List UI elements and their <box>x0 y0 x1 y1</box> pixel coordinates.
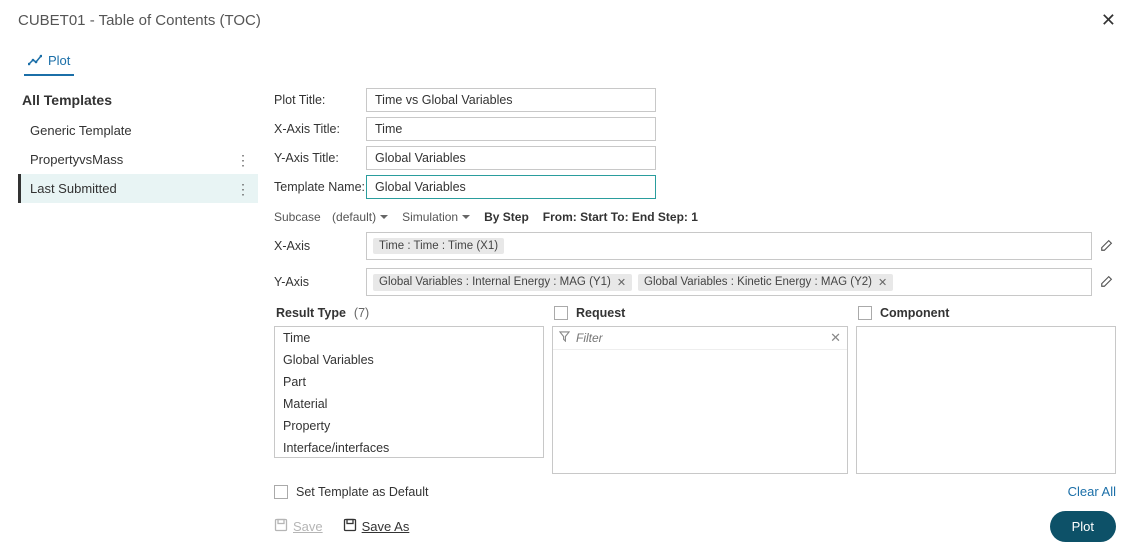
caret-down-icon <box>462 215 470 219</box>
template-name-input[interactable] <box>366 175 656 199</box>
chip-text: Time : Time : Time (X1) <box>379 240 498 252</box>
list-item[interactable]: Property <box>275 415 543 437</box>
range-label: From: Start To: End Step: 1 <box>543 210 698 224</box>
sidebar-title: All Templates <box>18 88 258 116</box>
chip[interactable]: Global Variables : Internal Energy : MAG… <box>373 274 632 291</box>
simulation-label: Simulation <box>402 210 458 224</box>
chip-text: Global Variables : Kinetic Energy : MAG … <box>644 276 872 288</box>
subcase-value: (default) <box>332 210 376 224</box>
edit-icon[interactable] <box>1100 238 1116 255</box>
set-default-label: Set Template as Default <box>296 485 428 499</box>
list-item[interactable]: Interface/interfaces <box>275 437 543 458</box>
result-type-count: (7) <box>354 306 369 320</box>
tab-label: Plot <box>48 53 70 68</box>
plot-title-label: Plot Title: <box>274 93 366 107</box>
sidebar-item-last-submitted[interactable]: Last Submitted ⋮ <box>18 174 258 203</box>
list-item[interactable]: Global Variables <box>275 349 543 371</box>
save-icon <box>274 518 288 535</box>
sidebar-item-label: Last Submitted <box>30 181 117 196</box>
yaxis-title-label: Y-Axis Title: <box>274 151 366 165</box>
simulation-dropdown[interactable]: Simulation <box>402 210 470 224</box>
set-default-checkbox[interactable] <box>274 485 288 499</box>
more-icon[interactable]: ⋮ <box>236 153 250 167</box>
sidebar-item-generic-template[interactable]: Generic Template <box>18 116 258 145</box>
request-checkbox[interactable] <box>554 306 568 320</box>
list-item[interactable]: Time <box>275 327 543 349</box>
plot-button[interactable]: Plot <box>1050 511 1116 542</box>
filter-clear-icon[interactable]: ✕ <box>830 330 841 346</box>
sidebar-item-label: PropertyvsMass <box>30 152 123 167</box>
sidebar-item-label: Generic Template <box>30 123 132 138</box>
result-type-header: Result Type <box>276 306 346 320</box>
request-filter-input[interactable] <box>576 331 824 345</box>
component-header: Component <box>880 306 949 320</box>
filter-icon <box>559 331 570 345</box>
chip-remove-icon[interactable]: ✕ <box>878 276 887 289</box>
yaxis-box[interactable]: Global Variables : Internal Energy : MAG… <box>366 268 1092 296</box>
yaxis-title-input[interactable] <box>366 146 656 170</box>
plot-icon <box>28 54 42 68</box>
caret-down-icon <box>380 215 388 219</box>
sidebar-item-propertyvsmass[interactable]: PropertyvsMass ⋮ <box>18 145 258 174</box>
xaxis-label: X-Axis <box>274 239 366 253</box>
save-as-icon <box>343 518 357 535</box>
save-as-label: Save As <box>362 519 410 534</box>
request-header: Request <box>576 306 625 320</box>
chip-remove-icon[interactable]: ✕ <box>617 276 626 289</box>
sidebar: All Templates Generic Template Propertyv… <box>18 88 258 542</box>
save-label: Save <box>293 519 323 534</box>
request-box: ✕ <box>552 326 848 474</box>
template-name-label: Template Name: <box>274 180 366 194</box>
save-as-button[interactable]: Save As <box>343 518 410 535</box>
chip[interactable]: Global Variables : Kinetic Energy : MAG … <box>638 274 893 291</box>
more-icon[interactable]: ⋮ <box>236 182 250 196</box>
tab-plot[interactable]: Plot <box>24 47 74 76</box>
subcase-dropdown[interactable]: Subcase (default) <box>274 210 388 224</box>
xaxis-box[interactable]: Time : Time : Time (X1) <box>366 232 1092 260</box>
plot-title-input[interactable] <box>366 88 656 112</box>
window-title: CUBET01 - Table of Contents (TOC) <box>18 12 261 29</box>
component-checkbox[interactable] <box>858 306 872 320</box>
list-item[interactable]: Material <box>275 393 543 415</box>
meta-row: Subcase (default) Simulation By Step Fro… <box>274 204 1116 232</box>
xaxis-title-label: X-Axis Title: <box>274 122 366 136</box>
result-type-listbox[interactable]: Time Global Variables Part Material Prop… <box>274 326 544 458</box>
component-box <box>856 326 1116 474</box>
chip-text: Global Variables : Internal Energy : MAG… <box>379 276 611 288</box>
yaxis-label: Y-Axis <box>274 275 366 289</box>
chip[interactable]: Time : Time : Time (X1) <box>373 238 504 254</box>
bystep-label: By Step <box>484 210 529 224</box>
xaxis-title-input[interactable] <box>366 117 656 141</box>
edit-icon[interactable] <box>1100 274 1116 291</box>
clear-all-link[interactable]: Clear All <box>1068 484 1116 499</box>
subcase-label: Subcase <box>274 210 321 224</box>
close-icon[interactable]: ✕ <box>1095 8 1122 33</box>
save-button: Save <box>274 518 323 535</box>
list-item[interactable]: Part <box>275 371 543 393</box>
